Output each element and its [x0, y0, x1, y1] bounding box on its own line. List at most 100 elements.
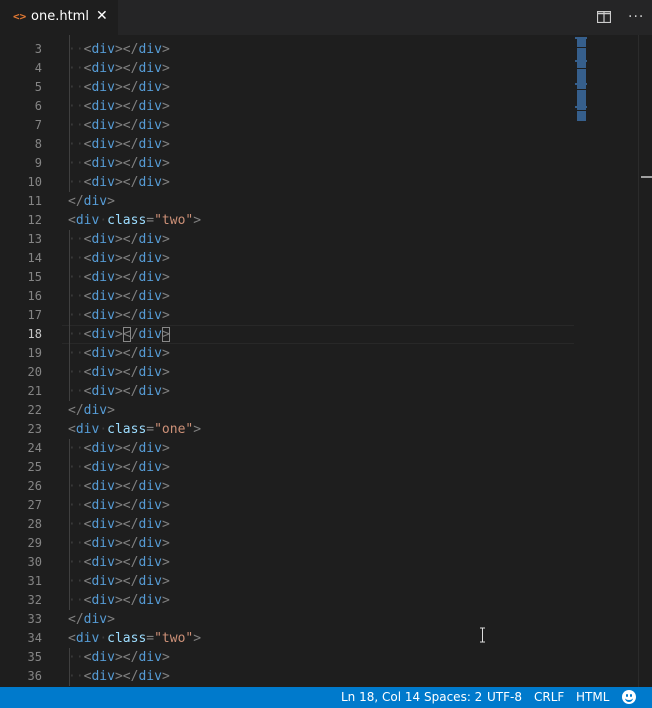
code-line[interactable]: 12 <div·class="two"> [0, 211, 640, 230]
status-bar: Ln 18, Col 14 Spaces: 2 UTF-8 CRLF HTML [0, 687, 652, 708]
line-ending-setting[interactable]: CRLF [534, 690, 564, 704]
code-line[interactable]: 6 ··<div></div> [0, 97, 640, 116]
code-line[interactable]: 9 ··<div></div> [0, 154, 640, 173]
code-line[interactable]: 22 </div> [0, 401, 640, 420]
line-number: 36 [27, 669, 42, 683]
line-number: 26 [27, 479, 42, 493]
code-line[interactable]: 10 ··<div></div> [0, 173, 640, 192]
line-number: 33 [27, 612, 42, 626]
code-text: ··<div></div> [68, 346, 170, 361]
line-number: 35 [27, 650, 42, 664]
code-line[interactable]: 15 ··<div></div> [0, 268, 640, 287]
code-line[interactable]: 13 ··<div></div> [0, 230, 640, 249]
code-text: <div·class="one"> [68, 422, 202, 437]
code-line[interactable]: 19 ··<div></div> [0, 344, 640, 363]
scrollbar-position-marker [641, 176, 652, 178]
line-number: 31 [27, 574, 42, 588]
tab-label: one.html [31, 9, 89, 24]
code-text: ··<div></div> [68, 460, 170, 475]
close-icon[interactable]: ✕ [96, 8, 108, 24]
line-number: 18 [27, 327, 42, 341]
code-line[interactable]: 36 ··<div></div> [0, 667, 640, 686]
code-text: ··<div></div> [68, 175, 170, 190]
code-text: ··<div></div> [68, 536, 170, 551]
code-text: ··<div></div> [68, 384, 170, 399]
code-line[interactable]: 26 ··<div></div> [0, 477, 640, 496]
line-number: 29 [27, 536, 42, 550]
line-number: 34 [27, 631, 42, 645]
code-line[interactable]: 34 <div·class="two"> [0, 629, 640, 648]
code-text: ··<div></div> [68, 156, 170, 171]
smiley-icon[interactable] [622, 690, 636, 704]
line-number: 30 [27, 555, 42, 569]
code-text: ··<div></div> [68, 441, 170, 456]
code-line[interactable]: 30 ··<div></div> [0, 553, 640, 572]
code-line[interactable]: 31 ··<div></div> [0, 572, 640, 591]
code-text: ··<div></div> [68, 669, 170, 684]
code-text: ··<div></div> [68, 308, 170, 323]
code-line[interactable]: 33 </div> [0, 610, 640, 629]
code-line[interactable]: 11 </div> [0, 192, 640, 211]
code-line[interactable]: 23 <div·class="one"> [0, 420, 640, 439]
code-line[interactable]: 29 ··<div></div> [0, 534, 640, 553]
text-cursor-icon [480, 627, 485, 643]
line-number: 24 [27, 441, 42, 455]
code-line[interactable]: 25 ··<div></div> [0, 458, 640, 477]
code-lines[interactable]: 2··<div></div>3··<div></div>4··<div></di… [0, 35, 640, 686]
code-line[interactable]: 14 ··<div></div> [0, 249, 640, 268]
minimap-line [577, 118, 586, 121]
encoding-setting[interactable]: UTF-8 [487, 690, 522, 704]
line-number: 32 [27, 593, 42, 607]
indentation-setting[interactable]: Spaces: 2 [424, 690, 482, 704]
line-number: 11 [27, 194, 42, 208]
code-text: ··<div></div> [68, 327, 170, 342]
line-number: 12 [27, 213, 42, 227]
line-number: 21 [27, 384, 42, 398]
code-text: ··<div></div> [68, 232, 170, 247]
code-text: ··<div></div> [68, 289, 170, 304]
line-number: 7 [34, 118, 42, 132]
code-line[interactable]: 20 ··<div></div> [0, 363, 640, 382]
code-text: </div> [68, 194, 115, 209]
code-line[interactable]: 7 ··<div></div> [0, 116, 640, 135]
line-number: 8 [34, 137, 42, 151]
line-number: 27 [27, 498, 42, 512]
line-number: 28 [27, 517, 42, 531]
code-text: ··<div></div> [68, 137, 170, 152]
line-number: 15 [27, 270, 42, 284]
code-line[interactable]: 24 ··<div></div> [0, 439, 640, 458]
code-editor[interactable]: 2··<div></div>3··<div></div>4··<div></di… [0, 35, 652, 687]
code-text: ··<div></div> [68, 99, 170, 114]
line-number: 22 [27, 403, 42, 417]
vertical-scrollbar[interactable] [638, 35, 652, 687]
code-text: ··<div></div> [68, 270, 170, 285]
code-line[interactable]: 3 ··<div></div> [0, 40, 640, 59]
code-line[interactable]: 8 ··<div></div> [0, 135, 640, 154]
minimap[interactable] [574, 35, 590, 125]
code-line[interactable]: 5 ··<div></div> [0, 78, 640, 97]
split-editor-icon[interactable] [597, 11, 611, 23]
code-text: ··<div></div> [68, 365, 170, 380]
more-actions-icon[interactable]: ··· [628, 9, 644, 25]
tab-bar: <> one.html ✕ ··· [0, 0, 652, 35]
line-number: 6 [34, 99, 42, 113]
code-line[interactable]: 27 ··<div></div> [0, 496, 640, 515]
code-line[interactable]: 4 ··<div></div> [0, 59, 640, 78]
language-mode[interactable]: HTML [576, 690, 609, 704]
code-line[interactable]: 21 ··<div></div> [0, 382, 640, 401]
code-line[interactable]: 32 ··<div></div> [0, 591, 640, 610]
cursor-position[interactable]: Ln 18, Col 14 [341, 690, 420, 704]
code-text: ··<div></div> [68, 593, 170, 608]
code-line[interactable]: 17 ··<div></div> [0, 306, 640, 325]
code-line[interactable]: 28 ··<div></div> [0, 515, 640, 534]
code-line[interactable]: 18 ··<div></div> [0, 325, 640, 344]
code-text: ··<div></div> [68, 650, 170, 665]
code-text: </div> [68, 403, 115, 418]
code-line[interactable]: 35 ··<div></div> [0, 648, 640, 667]
line-number: 9 [34, 156, 42, 170]
line-number: 3 [34, 42, 42, 56]
line-number: 16 [27, 289, 42, 303]
tab-one-html[interactable]: <> one.html ✕ [0, 0, 118, 35]
code-text: ··<div></div> [68, 498, 170, 513]
code-line[interactable]: 16 ··<div></div> [0, 287, 640, 306]
